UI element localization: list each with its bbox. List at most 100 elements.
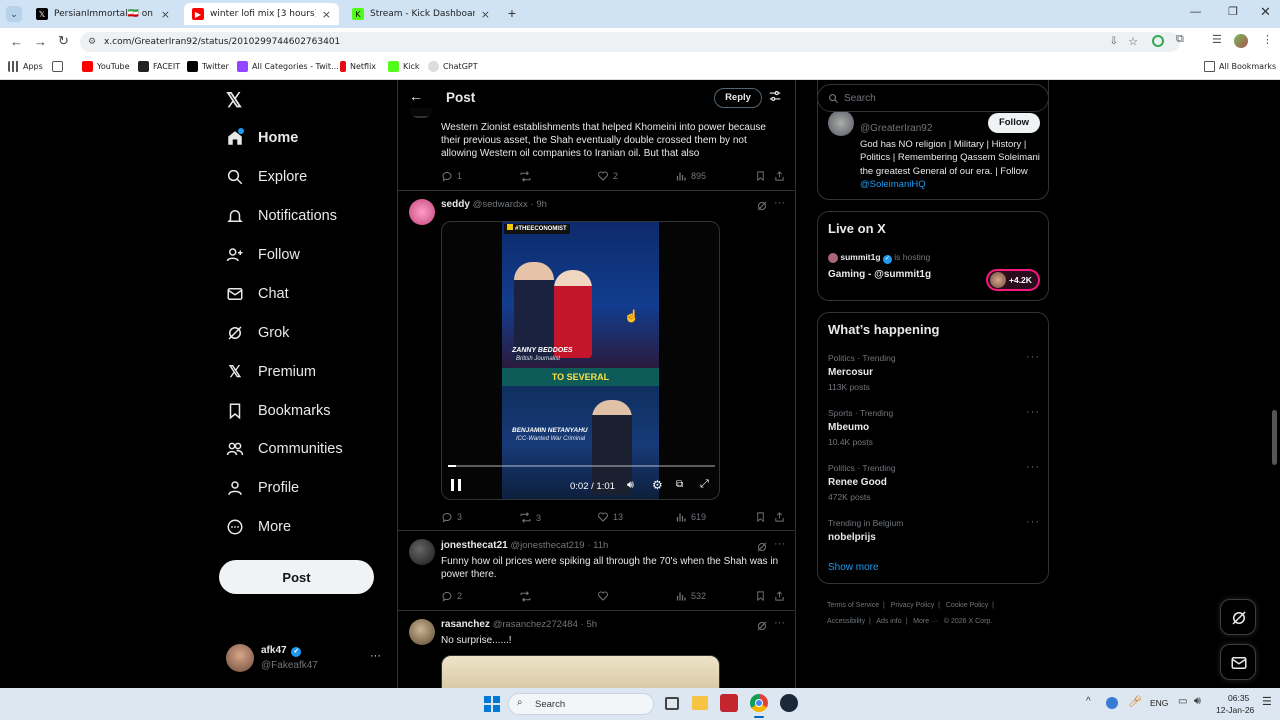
- file-explorer-icon[interactable]: [692, 696, 708, 710]
- live-host[interactable]: summit1g ✓ is hosting: [828, 252, 930, 264]
- clock-time[interactable]: 06:35: [1228, 693, 1249, 703]
- close-window-button[interactable]: ✕: [1260, 4, 1271, 20]
- trend-menu-icon[interactable]: ···: [1026, 406, 1040, 418]
- clock-date[interactable]: 12-Jan-26: [1216, 705, 1254, 715]
- nav-home[interactable]: Home: [226, 129, 298, 147]
- trend-menu-icon[interactable]: ···: [1026, 516, 1040, 528]
- extension-icon[interactable]: [1152, 35, 1164, 47]
- fullscreen-icon[interactable]: ⤢: [700, 478, 709, 491]
- browser-tab-kick[interactable]: K Stream - Kick Dashboard ×: [344, 3, 498, 25]
- follow-button[interactable]: Follow: [988, 113, 1040, 133]
- footer-link[interactable]: Ads info: [876, 618, 901, 625]
- back-arrow-icon[interactable]: ←: [409, 88, 423, 104]
- search-input[interactable]: Search: [817, 84, 1049, 112]
- repost-action[interactable]: [519, 170, 536, 183]
- trend-menu-icon[interactable]: ···: [1026, 351, 1040, 363]
- bookmark-action[interactable]: [755, 170, 770, 182]
- reply-action[interactable]: 3: [441, 511, 462, 523]
- live-listeners[interactable]: +4.2K: [986, 269, 1040, 291]
- browser-tab-youtube[interactable]: ▶ winter lofi mix [3 hours] ❄️ ×: [184, 3, 339, 25]
- bookmark-youtube[interactable]: YouTube: [82, 61, 130, 72]
- address-bar[interactable]: ⚙ x.com/GreaterIran92/status/20102997446…: [80, 32, 1180, 52]
- avatar[interactable]: [409, 199, 435, 225]
- bookmark-apps[interactable]: Apps: [8, 61, 43, 72]
- all-bookmarks[interactable]: All Bookmarks: [1204, 61, 1276, 72]
- footer-link[interactable]: More ···: [913, 618, 938, 625]
- network-icon[interactable]: ▭: [1178, 696, 1187, 707]
- bookmark-kick[interactable]: Kick: [388, 61, 420, 72]
- footer-link[interactable]: Terms of Service: [827, 602, 879, 609]
- tab-close-icon[interactable]: ×: [161, 8, 170, 21]
- bookmark-netflix[interactable]: Netflix: [340, 61, 376, 72]
- trend-menu-icon[interactable]: ···: [1026, 461, 1040, 473]
- tray-chevron-icon[interactable]: ^: [1086, 696, 1091, 707]
- reload-icon[interactable]: ↻: [58, 33, 69, 49]
- reply-action[interactable]: 2: [441, 590, 462, 602]
- nav-follow[interactable]: Follow: [226, 246, 300, 264]
- avatar[interactable]: [828, 110, 854, 136]
- repost-action[interactable]: 3: [519, 511, 541, 524]
- bookmark-action[interactable]: [755, 590, 770, 602]
- video-progress-track[interactable]: [448, 465, 715, 467]
- footer-link[interactable]: Cookie Policy: [946, 602, 988, 609]
- footer-link[interactable]: Accessibility: [827, 618, 865, 625]
- minimize-button[interactable]: —: [1190, 6, 1201, 18]
- grok-icon[interactable]: [756, 199, 768, 217]
- nav-grok[interactable]: Grok: [226, 324, 289, 342]
- nav-more[interactable]: More: [226, 518, 291, 536]
- show-more-link[interactable]: Show more: [828, 562, 879, 573]
- share-action[interactable]: [774, 170, 789, 182]
- nav-communities[interactable]: Communities: [226, 440, 343, 458]
- grok-float-button[interactable]: [1220, 599, 1256, 635]
- pause-icon[interactable]: [451, 479, 461, 491]
- trend-item[interactable]: Politics · Trending Renee Good 472K post…: [828, 461, 1040, 503]
- maximize-button[interactable]: ❐: [1228, 5, 1238, 18]
- tweet-author[interactable]: jonesthecat21 @jonesthecat219 · 11h: [441, 540, 608, 551]
- tab-close-icon[interactable]: ×: [481, 8, 490, 21]
- footer-link[interactable]: Privacy Policy: [891, 602, 935, 609]
- trend-item[interactable]: Politics · Trending Mercosur 113K posts …: [828, 351, 1040, 393]
- tab-list-button[interactable]: ⌄: [6, 6, 22, 22]
- nav-explore[interactable]: Explore: [226, 168, 307, 186]
- install-icon[interactable]: ⇩: [1110, 32, 1118, 52]
- nav-bookmarks[interactable]: Bookmarks: [226, 402, 331, 420]
- reply-button[interactable]: Reply: [714, 88, 762, 108]
- nav-profile[interactable]: Profile: [226, 479, 299, 497]
- browser-menu-icon[interactable]: ⋮: [1262, 33, 1273, 46]
- menu-lines-icon[interactable]: ☰: [1212, 33, 1222, 46]
- x-logo-icon[interactable]: 𝕏: [226, 88, 242, 113]
- bookmark-action[interactable]: [755, 511, 770, 523]
- forward-icon[interactable]: →: [34, 34, 47, 49]
- live-stream-title[interactable]: Gaming - @summit1g: [828, 269, 931, 280]
- trend-item[interactable]: Trending in Belgium nobelprijs ···: [828, 516, 1040, 548]
- share-action[interactable]: [774, 511, 789, 523]
- reply-action[interactable]: 1: [441, 170, 462, 182]
- repost-action[interactable]: [519, 590, 536, 603]
- avatar[interactable]: [409, 539, 435, 565]
- bookmark-chatgpt[interactable]: ChatGPT: [428, 61, 478, 72]
- account-menu-icon[interactable]: ···: [370, 650, 381, 662]
- page-scrollbar[interactable]: [1272, 410, 1277, 465]
- like-action[interactable]: [597, 590, 613, 602]
- steam-icon[interactable]: [780, 694, 798, 712]
- bookmark-twitter[interactable]: Twitter: [187, 61, 229, 72]
- video-player[interactable]: #THEECONOMIST ZANNY BEDDOES British Jour…: [441, 221, 720, 500]
- volume-icon[interactable]: 🔊︎: [627, 479, 634, 492]
- pip-icon[interactable]: ⧉: [676, 479, 683, 490]
- sliders-icon[interactable]: [768, 89, 782, 108]
- language-indicator[interactable]: ENG: [1150, 698, 1168, 708]
- browser-tab-x[interactable]: 𝕏 PersianImmortal🇮🇷 on X: "I ×: [28, 3, 178, 25]
- new-tab-button[interactable]: +: [504, 5, 520, 21]
- messages-float-button[interactable]: [1220, 644, 1256, 680]
- bookmark-grid[interactable]: [52, 61, 67, 72]
- notifications-icon[interactable]: ☰: [1262, 695, 1272, 708]
- microphone-icon[interactable]: 🎤︎: [1128, 695, 1142, 708]
- share-action[interactable]: [774, 590, 789, 602]
- tab-close-icon[interactable]: ×: [322, 8, 331, 21]
- views-action[interactable]: 619: [675, 511, 706, 523]
- tweet-menu-icon[interactable]: ···: [774, 617, 785, 629]
- tweet-menu-icon[interactable]: ···: [774, 538, 785, 550]
- views-action[interactable]: 532: [675, 590, 706, 602]
- tray-app-icon[interactable]: [1106, 697, 1118, 709]
- taskbar-search[interactable]: ⌕ Search: [508, 693, 654, 715]
